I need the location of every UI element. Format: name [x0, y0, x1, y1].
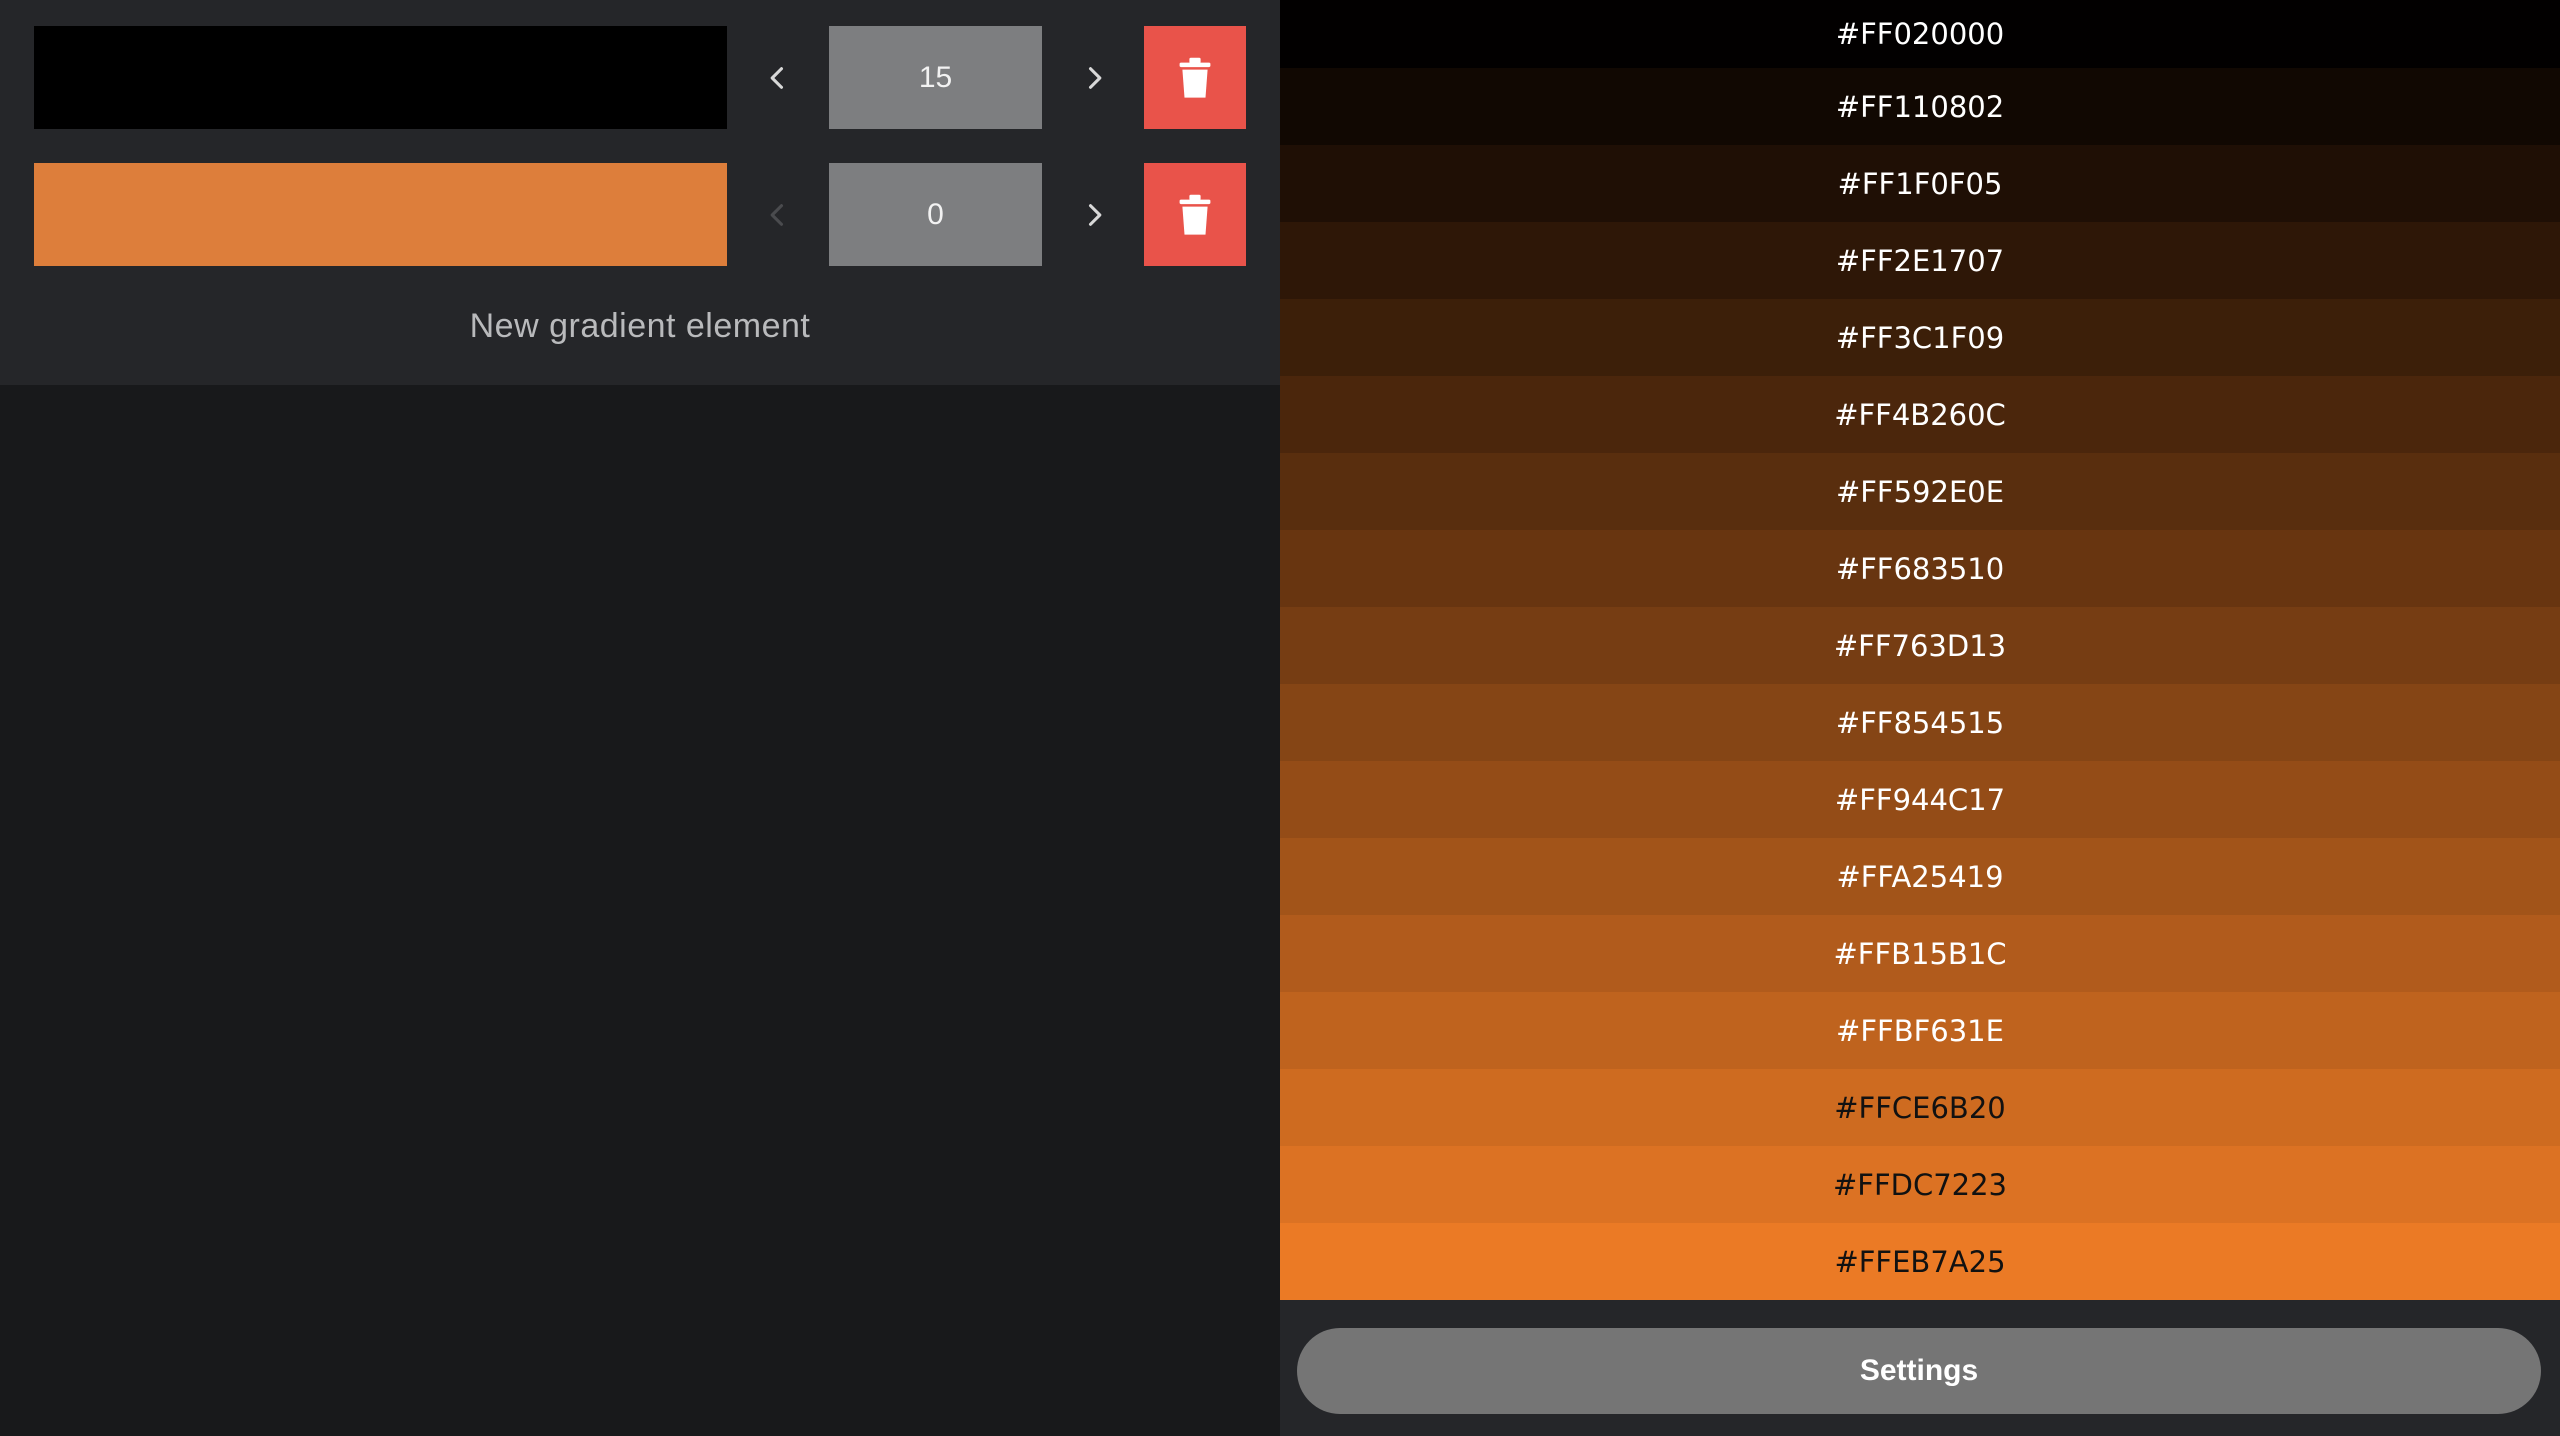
- increase-position-button[interactable]: [1064, 26, 1124, 129]
- trash-icon: [1179, 57, 1211, 98]
- color-step-row[interactable]: #FFA25419: [1280, 838, 2560, 915]
- color-step-row[interactable]: #FF683510: [1280, 530, 2560, 607]
- color-step-row[interactable]: #FF020000: [1280, 0, 2560, 68]
- decrease-position-button[interactable]: [748, 163, 808, 266]
- color-step-row[interactable]: #FFEB7A25: [1280, 1223, 2560, 1300]
- gradient-preview-panel: #FF020000 #FF110802 #FF1F0F05 #FF2E1707 #FF3…: [1280, 0, 2560, 1436]
- color-step-row[interactable]: #FFDC7223: [1280, 1146, 2560, 1223]
- color-step-row[interactable]: #FF592E0E: [1280, 453, 2560, 530]
- color-step-row[interactable]: #FF763D13: [1280, 607, 2560, 684]
- color-step-row[interactable]: #FFB15B1C: [1280, 915, 2560, 992]
- color-step-row[interactable]: #FF3C1F09: [1280, 299, 2560, 376]
- chevron-right-icon: [1088, 203, 1102, 226]
- stop-color-swatch[interactable]: [34, 163, 727, 266]
- chevron-right-icon: [1088, 66, 1102, 89]
- delete-stop-button[interactable]: [1144, 26, 1246, 129]
- color-step-row[interactable]: #FF4B260C: [1280, 376, 2560, 453]
- stop-position-field[interactable]: 0: [829, 163, 1042, 266]
- gradient-editor-panel: 15 0 New gradient element: [0, 0, 1280, 1436]
- new-gradient-element-button[interactable]: New gradient element: [0, 296, 1280, 356]
- increase-position-button[interactable]: [1064, 163, 1124, 266]
- color-step-row[interactable]: #FF944C17: [1280, 761, 2560, 838]
- stop-color-swatch[interactable]: [34, 26, 727, 129]
- trash-icon: [1179, 194, 1211, 235]
- stop-position-field[interactable]: 15: [829, 26, 1042, 129]
- gradient-editor-app: 15 0 New gradient element #FF020000 #FF1…: [0, 0, 2560, 1436]
- color-step-row[interactable]: #FF1F0F05: [1280, 145, 2560, 222]
- color-step-row[interactable]: #FF854515: [1280, 684, 2560, 761]
- decrease-position-button[interactable]: [748, 26, 808, 129]
- settings-button[interactable]: Settings: [1297, 1328, 2541, 1414]
- color-step-list: #FF020000 #FF110802 #FF1F0F05 #FF2E1707 #FF3…: [1280, 0, 2560, 1300]
- gradient-stops-card: 15 0 New gradient element: [0, 0, 1280, 385]
- gradient-stop-row: 0: [0, 163, 1280, 266]
- color-step-row[interactable]: #FF2E1707: [1280, 222, 2560, 299]
- color-step-row[interactable]: #FF110802: [1280, 68, 2560, 145]
- chevron-left-icon: [770, 203, 784, 226]
- gradient-stop-row: 15: [0, 26, 1280, 129]
- chevron-left-icon: [770, 66, 784, 89]
- color-step-row[interactable]: #FFBF631E: [1280, 992, 2560, 1069]
- color-step-row[interactable]: #FFCE6B20: [1280, 1069, 2560, 1146]
- delete-stop-button[interactable]: [1144, 163, 1246, 266]
